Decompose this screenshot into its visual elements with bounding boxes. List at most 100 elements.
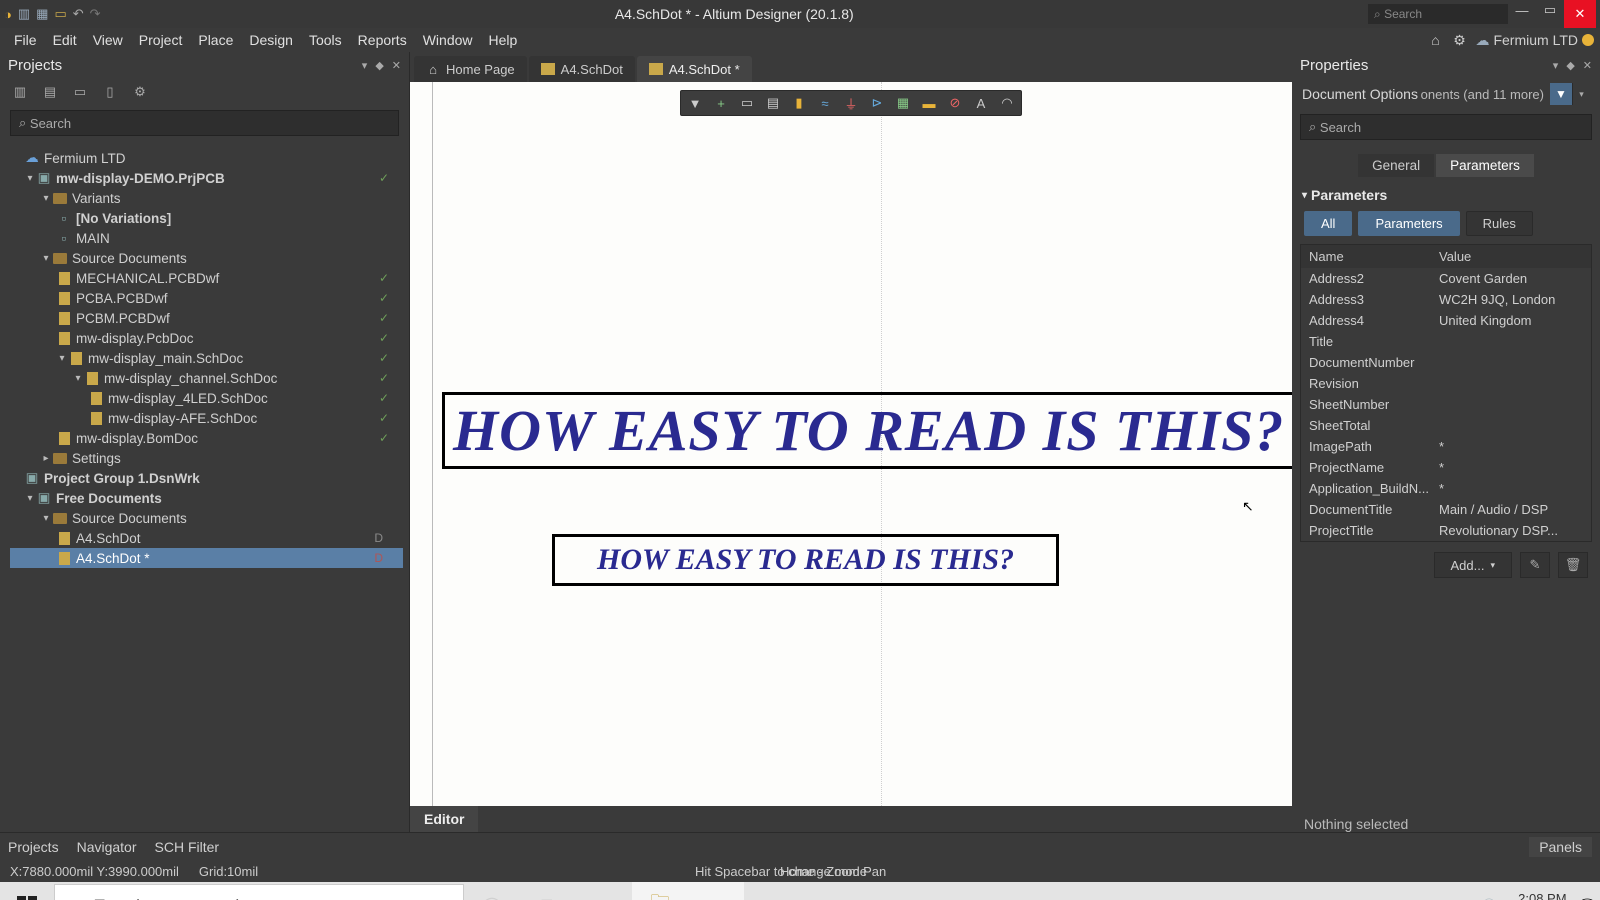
toggle-icon[interactable]: ▾ [24,173,36,184]
projects-tree[interactable]: ☁Fermium LTD ▾▣mw-display-DEMO.PrjPCB✓ ▾… [0,140,409,832]
toggle-icon[interactable]: ▸ [40,453,52,464]
minimize-button[interactable]: — [1508,0,1536,20]
menu-place[interactable]: Place [190,32,241,48]
table-row[interactable]: ProjectTitleRevolutionary DSP... [1301,520,1591,541]
col-value[interactable]: Value [1431,245,1591,268]
tb-icon-undo[interactable]: ↶ [73,6,84,22]
chip-all[interactable]: All [1304,211,1352,236]
tb-icon-redo[interactable]: ↷ [90,6,101,22]
noerc-icon[interactable]: ⊘ [947,95,963,111]
tree-no-variations[interactable]: [No Variations] [76,211,171,226]
chip-rules[interactable]: Rules [1466,211,1533,236]
more-components-label[interactable]: onents (and 11 more) [1421,87,1544,102]
table-row[interactable]: Application_BuildN...* [1301,478,1591,499]
bar-icon[interactable]: ▮ [791,95,807,111]
tab-a4-1[interactable]: A4.SchDot [529,56,635,82]
menu-file[interactable]: File [6,32,45,48]
toggle-icon[interactable]: ▾ [40,253,52,264]
task-view-icon[interactable]: ⧉ [520,882,576,900]
maximize-button[interactable]: ▭ [1536,0,1564,20]
tree-variants[interactable]: Variants [72,191,121,206]
menu-view[interactable]: View [85,32,131,48]
tab-a4-2[interactable]: A4.SchDot * [637,56,752,82]
port-icon[interactable]: ⊳ [869,95,885,111]
panel-pin-icon[interactable]: ◆ [1566,59,1574,72]
table-row[interactable]: Revision [1301,373,1591,394]
tree-settings[interactable]: Settings [72,451,121,466]
edge-icon[interactable]: ｅ [576,882,632,900]
close-button[interactable]: ✕ [1564,0,1596,28]
schematic-canvas[interactable]: ▼ + ▭ ▤ ▮ ≈ ⏚ ⊳ ▦ ▬ ⊘ A ◠ HOW EASY TO RE… [410,82,1292,806]
tree-workspace[interactable]: Fermium LTD [44,151,126,166]
tab-parameters[interactable]: Parameters [1436,154,1534,177]
tree-main[interactable]: MAIN [76,231,110,246]
tree-doc[interactable]: mw-display_4LED.SchDoc [108,391,268,406]
table-row[interactable]: Title [1301,331,1591,352]
canvas-text-small[interactable]: HOW EASY TO READ IS THIS? [552,534,1059,586]
arc-icon[interactable]: ◠ [999,95,1015,111]
tree-doc[interactable]: mw-display.BomDoc [76,431,198,446]
menu-project[interactable]: Project [131,32,191,48]
filter-icon[interactable]: ▼ [687,95,703,111]
table-row[interactable]: SheetTotal [1301,415,1591,436]
ground-icon[interactable]: ⏚ [843,95,859,111]
parameters-table[interactable]: Name Value Address2Covent GardenAddress3… [1300,244,1592,542]
properties-search-input[interactable]: ⌕ Search [1300,114,1592,140]
toggle-icon[interactable]: ▾ [72,373,84,384]
menu-help[interactable]: Help [481,32,526,48]
panels-button[interactable]: Panels [1529,837,1592,857]
edit-parameter-button[interactable]: ✎ [1520,552,1550,578]
proj-tool-3-icon[interactable]: ▭ [72,84,88,100]
tb-icon-open[interactable]: ▭ [54,6,66,22]
toggle-icon[interactable]: ▾ [24,493,36,504]
table-row[interactable]: SheetNumber [1301,394,1591,415]
table-row[interactable]: Address3WC2H 9JQ, London [1301,289,1591,310]
taskbar-search-input[interactable]: ⌕ Type here to search [54,884,464,900]
toggle-icon[interactable]: ▾ [40,513,52,524]
add-parameter-button[interactable]: Add...▾ [1434,552,1513,578]
user-avatar-icon[interactable] [1582,34,1594,46]
panel-dropdown-icon[interactable]: ▾ [362,59,368,72]
toggle-icon[interactable]: ▾ [56,353,68,364]
tree-doc[interactable]: mw-display_main.SchDoc [88,351,243,366]
menu-tools[interactable]: Tools [301,32,350,48]
col-name[interactable]: Name [1301,245,1431,268]
table-row[interactable]: Address2Covent Garden [1301,268,1591,289]
proj-tool-gear-icon[interactable]: ⚙ [132,84,148,100]
tb-icon-saveall[interactable]: ▦ [36,6,48,22]
tab-home[interactable]: ⌂Home Page [414,56,527,82]
menu-window[interactable]: Window [415,32,481,48]
component-icon[interactable]: ▦ [895,95,911,111]
label-icon[interactable]: ▬ [921,95,937,111]
editor-tab[interactable]: Editor [410,806,478,832]
altium-task-icon[interactable]: ◑ [688,882,744,900]
tree-doc[interactable]: PCBM.PCBDwf [76,311,170,326]
tree-doc-selected[interactable]: A4.SchDot * [76,551,150,566]
toggle-icon[interactable]: ▾ [40,193,52,204]
tree-doc[interactable]: mw-display_channel.SchDoc [104,371,277,386]
tree-project[interactable]: mw-display-DEMO.PrjPCB [56,171,225,186]
rect-icon[interactable]: ▭ [739,95,755,111]
start-button[interactable] [0,882,54,900]
menu-reports[interactable]: Reports [350,32,415,48]
table-row[interactable]: DocumentNumber [1301,352,1591,373]
filter-dropdown-icon[interactable]: ▾ [1572,83,1590,105]
menu-edit[interactable]: Edit [45,32,85,48]
tree-doc[interactable]: A4.SchDot [76,531,141,546]
tree-source-docs[interactable]: Source Documents [72,251,187,266]
tree-doc[interactable]: mw-display.PcbDoc [76,331,194,346]
canvas-text-large[interactable]: HOW EASY TO READ IS THIS? [442,392,1292,469]
tree-free-src[interactable]: Source Documents [72,511,187,526]
home-icon[interactable]: ⌂ [1427,32,1443,48]
tree-doc[interactable]: PCBA.PCBDwf [76,291,168,306]
table-row[interactable]: ProjectName* [1301,457,1591,478]
align-icon[interactable]: ▤ [765,95,781,111]
add-icon[interactable]: + [713,95,729,111]
tb-icon-save[interactable]: ▥ [18,6,30,22]
panel-close-icon[interactable]: ✕ [392,59,401,72]
table-row[interactable]: DocumentTitleMain / Audio / DSP [1301,499,1591,520]
table-row[interactable]: ImagePath* [1301,436,1591,457]
tab-general[interactable]: General [1358,154,1434,177]
titlebar-search-input[interactable]: ⌕ Search [1368,4,1508,24]
cortana-icon[interactable]: ◯ [464,882,520,900]
